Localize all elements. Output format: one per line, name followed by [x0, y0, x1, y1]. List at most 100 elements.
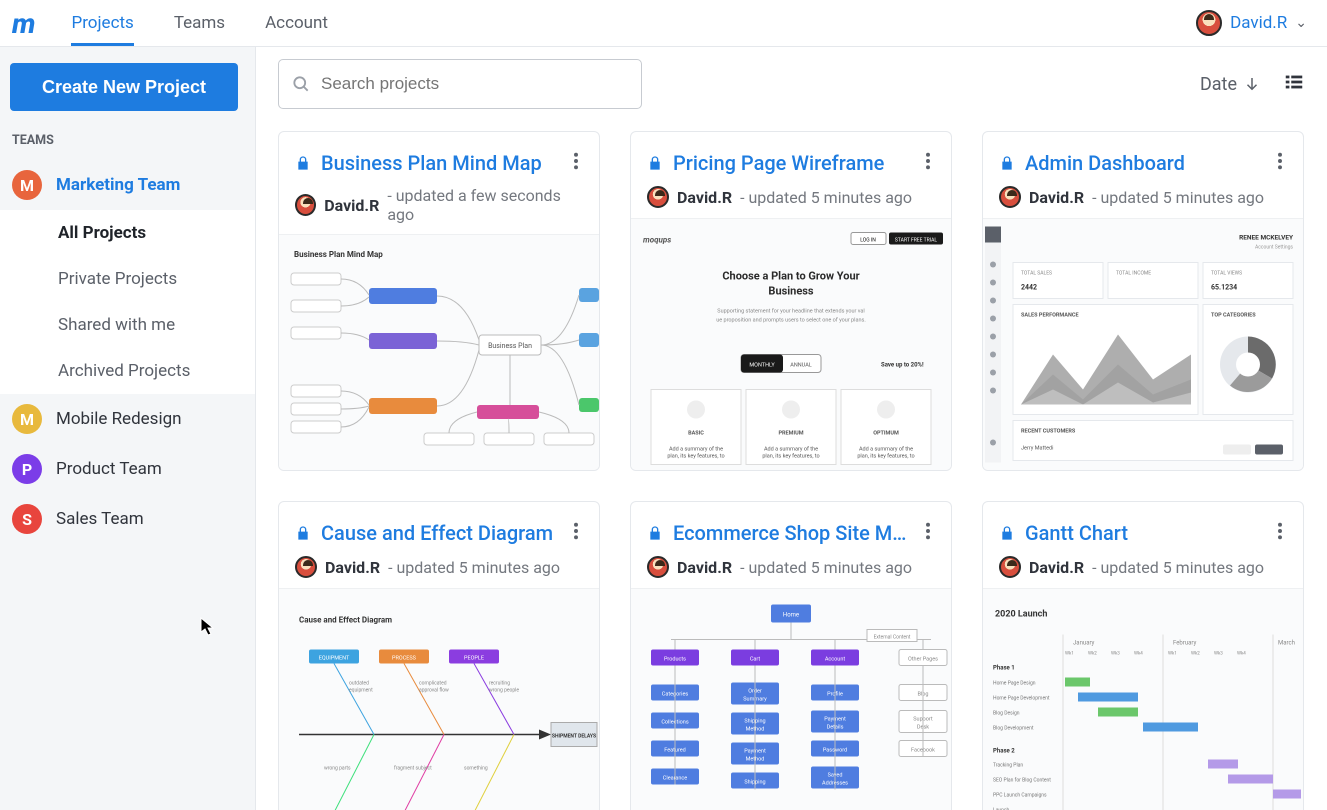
- svg-text:Business Plan: Business Plan: [488, 342, 532, 350]
- svg-text:TOTAL SALES: TOTAL SALES: [1021, 271, 1052, 277]
- svg-text:moqups: moqups: [643, 236, 671, 245]
- team-badge-icon: M: [12, 170, 42, 200]
- svg-text:fragment subject: fragment subject: [394, 765, 432, 772]
- sidebar-filter-private[interactable]: Private Projects: [0, 256, 255, 302]
- project-card[interactable]: Cause and Effect Diagram David.R - updat…: [278, 501, 600, 810]
- svg-text:Wk4: Wk4: [1134, 651, 1143, 657]
- svg-text:Wk2: Wk2: [1088, 651, 1097, 657]
- project-title[interactable]: Cause and Effect Diagram: [321, 521, 553, 545]
- svg-text:Wk1: Wk1: [1168, 651, 1177, 657]
- project-card[interactable]: Pricing Page Wireframe David.R - updated…: [630, 131, 952, 471]
- sidebar-filter-archived[interactable]: Archived Projects: [0, 348, 255, 394]
- card-menu-button[interactable]: [569, 518, 583, 548]
- svg-text:Products: Products: [664, 657, 686, 663]
- lock-icon: [295, 524, 311, 542]
- project-title[interactable]: Business Plan Mind Map: [321, 151, 542, 175]
- sidebar-filter-shared[interactable]: Shared with me: [0, 302, 255, 348]
- search-input[interactable]: [321, 74, 629, 94]
- chevron-down-icon: ⌄: [1295, 15, 1307, 31]
- sidebar-team-mobile[interactable]: M Mobile Redesign: [0, 394, 255, 444]
- author-avatar-icon: [295, 556, 317, 578]
- project-card[interactable]: Gantt Chart David.R - updated 5 minutes …: [982, 501, 1304, 810]
- svg-text:February: February: [1173, 640, 1196, 647]
- view-list-button[interactable]: [1283, 71, 1305, 97]
- lock-icon: [999, 524, 1015, 542]
- project-title[interactable]: Ecommerce Shop Site Map…: [673, 521, 911, 545]
- card-menu-button[interactable]: [569, 148, 583, 178]
- lock-icon: [647, 524, 663, 542]
- project-thumbnail[interactable]: Business Plan Mind Map Business Plan: [279, 234, 599, 471]
- sidebar-team-product[interactable]: P Product Team: [0, 444, 255, 494]
- svg-text:Choose a Plan to Grow Your: Choose a Plan to Grow Your: [722, 270, 859, 283]
- svg-text:Supporting statement for your: Supporting statement for your headline t…: [717, 308, 864, 315]
- svg-text:equipment: equipment: [349, 688, 373, 694]
- sidebar-section-label: TEAMS: [0, 133, 255, 160]
- project-title[interactable]: Admin Dashboard: [1025, 151, 1185, 175]
- nav-teams[interactable]: Teams: [174, 0, 225, 46]
- svg-text:RENEE MCKELVEY: RENEE MCKELVEY: [1239, 234, 1294, 242]
- project-thumbnail[interactable]: Cause and Effect Diagram SHIPMENT DELAYS…: [279, 588, 599, 810]
- svg-text:PPC Launch Campaigns: PPC Launch Campaigns: [993, 793, 1047, 799]
- svg-text:MONTHLY: MONTHLY: [749, 363, 775, 369]
- svg-text:RECENT CUSTOMERS: RECENT CUSTOMERS: [1021, 429, 1076, 435]
- create-project-button[interactable]: Create New Project: [10, 63, 238, 111]
- card-menu-button[interactable]: [1273, 518, 1287, 548]
- card-menu-button[interactable]: [921, 518, 935, 548]
- nav-projects[interactable]: Projects: [71, 0, 133, 46]
- card-menu-button[interactable]: [921, 148, 935, 178]
- list-view-icon: [1283, 71, 1305, 93]
- svg-text:Business: Business: [768, 285, 813, 298]
- team-label: Product Team: [56, 459, 162, 479]
- svg-text:EQUIPMENT: EQUIPMENT: [319, 656, 350, 662]
- sidebar-team-sales[interactable]: S Sales Team: [0, 494, 255, 544]
- svg-text:wrong people: wrong people: [489, 688, 519, 694]
- svg-text:OPTIMUM: OPTIMUM: [873, 431, 899, 437]
- top-nav: Projects Teams Account: [71, 0, 328, 46]
- svg-text:External Content: External Content: [874, 635, 911, 641]
- svg-text:March: March: [1278, 640, 1295, 647]
- search-icon: [291, 74, 311, 94]
- project-title[interactable]: Pricing Page Wireframe: [673, 151, 884, 175]
- svg-text:Add a summary of the: Add a summary of the: [859, 446, 913, 453]
- project-card[interactable]: Admin Dashboard David.R - updated 5 minu…: [982, 131, 1304, 471]
- project-title[interactable]: Gantt Chart: [1025, 521, 1128, 545]
- user-menu[interactable]: David.R ⌄: [1196, 10, 1307, 36]
- sort-button[interactable]: Date: [1200, 74, 1261, 95]
- svg-text:recruiting: recruiting: [489, 681, 510, 687]
- project-thumbnail[interactable]: Home Products Cart Account Other Pages C…: [631, 588, 951, 810]
- card-menu-button[interactable]: [1273, 148, 1287, 178]
- kebab-icon: [573, 152, 579, 170]
- svg-text:START FREE TRIAL: START FREE TRIAL: [895, 238, 937, 244]
- svg-text:ue proposition and prompts use: ue proposition and prompts users to sele…: [716, 317, 866, 324]
- author-name: David.R: [325, 558, 380, 577]
- svg-text:Add a summary of the: Add a summary of the: [764, 446, 818, 453]
- svg-text:Tracking Plan: Tracking Plan: [993, 763, 1023, 769]
- sidebar-team-marketing[interactable]: M Marketing Team: [0, 160, 255, 210]
- lock-icon: [999, 154, 1015, 172]
- svg-text:TOP CATEGORIES: TOP CATEGORIES: [1211, 313, 1256, 319]
- svg-text:Home: Home: [783, 612, 799, 619]
- nav-account[interactable]: Account: [265, 0, 328, 46]
- search-box[interactable]: [278, 59, 642, 109]
- author-name: David.R: [1029, 558, 1084, 577]
- lock-icon: [647, 154, 663, 172]
- author-name: David.R: [677, 188, 732, 207]
- svg-text:PROCESS: PROCESS: [392, 656, 417, 662]
- project-thumbnail[interactable]: RENEE MCKELVEY Account Settings TOTAL SA…: [983, 218, 1303, 470]
- updated-time: - updated 5 minutes ago: [740, 558, 912, 577]
- updated-time: - updated 5 minutes ago: [1092, 188, 1264, 207]
- project-thumbnail[interactable]: 2020 Launch JanuaryFebruaryMarch Wk1Wk2W…: [983, 588, 1303, 810]
- team-label: Sales Team: [56, 509, 144, 529]
- svg-text:something: something: [464, 766, 488, 772]
- project-card[interactable]: Ecommerce Shop Site Map… David.R - updat…: [630, 501, 952, 810]
- svg-text:Wk3: Wk3: [1111, 651, 1120, 657]
- svg-text:2442: 2442: [1021, 284, 1037, 292]
- svg-text:Phase 1: Phase 1: [993, 665, 1015, 672]
- project-thumbnail[interactable]: moqups LOG IN START FREE TRIAL Choose a …: [631, 218, 951, 470]
- team-badge-icon: M: [12, 404, 42, 434]
- sidebar-filter-all[interactable]: All Projects: [0, 210, 255, 256]
- kebab-icon: [1277, 152, 1283, 170]
- svg-text:ANNUAL: ANNUAL: [790, 363, 812, 369]
- project-card[interactable]: Business Plan Mind Map David.R - updated…: [278, 131, 600, 471]
- app-logo[interactable]: m: [12, 7, 35, 40]
